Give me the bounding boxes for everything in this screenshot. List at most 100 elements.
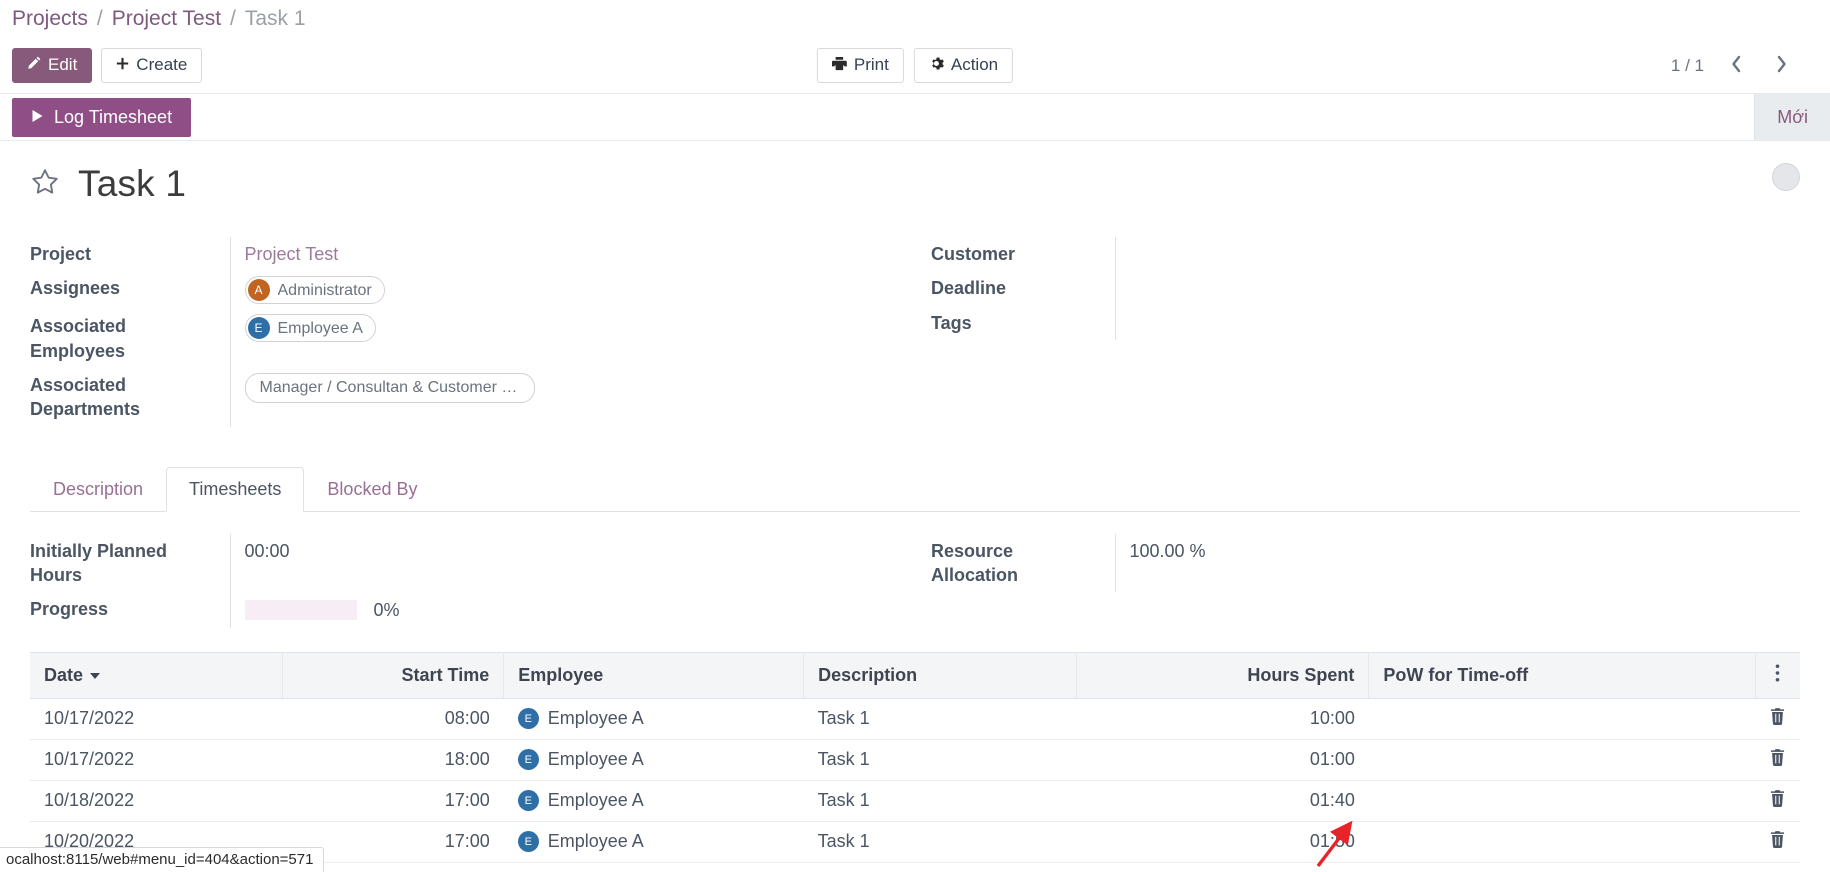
column-header-date[interactable]: Date [30,651,283,699]
play-icon [31,107,44,128]
cell-date[interactable]: 10/18/2022 [30,780,283,822]
employee-name: Employee A [547,789,644,810]
print-button[interactable]: Print [816,47,904,84]
field-progress-value: 0% [229,592,915,628]
print-button-label: Print [853,55,889,75]
field-deadline: Deadline [915,271,1800,306]
create-button[interactable]: Create [101,48,203,83]
control-panel-center-buttons: Print Action [816,47,1014,84]
pager-next-button[interactable] [1768,52,1796,80]
field-associated-departments-label: Associated Departments [30,374,141,420]
trash-icon[interactable] [1770,830,1785,852]
field-deadline-value[interactable] [1114,271,1800,306]
cell-employee[interactable]: E Employee A [503,698,804,740]
trash-icon[interactable] [1770,707,1785,729]
cell-start-time[interactable]: 17:00 [282,780,504,822]
form-group-right: Customer Deadline Tags [915,237,1800,427]
chevron-left-icon [1732,55,1741,72]
employee-avatar: E [517,790,539,812]
timesheets-list: Date Start Time Employee Description Hou… [22,651,1808,872]
timesheets-summary-right: Resource Allocation 100.00 % [915,533,1800,628]
field-project-value: Project Test [229,237,915,272]
cell-employee[interactable]: E Employee A [503,780,804,822]
column-header-label: Description [818,664,918,685]
cell-delete-row[interactable] [1755,698,1800,740]
table-row[interactable]: 10/17/2022 18:00 E Employee A Task 1 01:00 [30,739,1800,781]
cell-pow-for-time-off[interactable] [1368,821,1756,863]
progress-bar [244,600,357,621]
cell-pow-for-time-off[interactable] [1368,698,1756,740]
cell-delete-row[interactable] [1755,780,1800,822]
column-header-pow-for-time-off[interactable]: PoW for Time-off [1368,651,1756,699]
tab-label: Blocked By [327,478,418,499]
cell-hours-spent[interactable]: 01:00 [1076,739,1369,781]
cell-pow-for-time-off[interactable] [1368,739,1756,781]
title-row: Task 1 [22,141,1808,211]
field-resource-allocation-value: 100.00 % [1114,533,1800,593]
timesheets-summary-left: Initially Planned Hours 00:00 Progress 0… [30,533,915,628]
cell-hours-spent[interactable]: 10:00 [1076,698,1369,740]
employee-avatar: E [517,831,539,853]
avatar[interactable] [1772,163,1800,191]
field-customer-value[interactable] [1114,237,1800,272]
cell-start-time[interactable]: 18:00 [282,739,504,781]
pager-previous-button[interactable] [1722,52,1750,80]
stage-pill-label: Mới [1777,106,1808,127]
tag-label: Manager / Consultan & Customer S… [259,378,520,396]
cell-hours-spent[interactable]: 01:50 [1076,821,1369,863]
cell-delete-row[interactable] [1755,739,1800,781]
column-header-label: Employee [518,664,604,685]
stage-pills: Mới [1754,94,1830,140]
tag-department[interactable]: Manager / Consultan & Customer S… [244,372,535,403]
employee-avatar: E [517,708,539,730]
cell-date[interactable]: 10/17/2022 [30,698,283,740]
column-header-employee[interactable]: Employee [503,651,805,699]
cell-date[interactable]: 10/17/2022 [30,739,283,781]
tab-description[interactable]: Description [30,467,166,512]
stage-pill-new[interactable]: Mới [1754,94,1830,140]
log-timesheet-button[interactable]: Log Timesheet [12,97,192,137]
action-button[interactable]: Action [913,47,1014,84]
cell-hours-spent[interactable]: 01:40 [1076,780,1369,822]
tab-blocked-by[interactable]: Blocked By [304,467,440,512]
cell-description[interactable]: Task 1 [803,698,1077,740]
cell-description[interactable]: Task 1 [803,821,1077,863]
gear-icon [929,56,944,76]
breadcrumb-item-projects[interactable]: Projects [12,7,88,31]
field-customer-label: Customer [931,244,1016,264]
field-tags-value[interactable] [1114,305,1800,340]
cell-employee[interactable]: E Employee A [503,821,804,863]
cell-employee[interactable]: E Employee A [503,739,804,781]
table-row[interactable]: 10/18/2022 17:00 E Employee A Task 1 01:40 [30,780,1800,822]
tab-timesheets[interactable]: Timesheets [166,466,305,512]
tag-employee-a[interactable]: E Employee A [244,314,376,343]
project-link[interactable]: Project Test [245,244,339,264]
field-project: Project Project Test [30,237,915,272]
favorite-star-icon[interactable] [30,167,60,202]
cell-pow-for-time-off[interactable] [1368,780,1756,822]
table-body: 10/17/2022 08:00 E Employee A Task 1 10:00 10/… [30,698,1800,863]
cell-delete-row[interactable] [1755,821,1800,863]
printer-icon [831,56,847,76]
table-row[interactable]: 10/17/2022 08:00 E Employee A Task 1 10:00 [30,698,1800,740]
breadcrumb: Projects / Project Test / Task 1 [0,0,1830,38]
field-customer: Customer [915,237,1800,272]
trash-icon[interactable] [1770,748,1785,770]
tag-administrator[interactable]: A Administrator [244,276,385,305]
column-header-start-time[interactable]: Start Time [282,651,505,699]
cell-description[interactable]: Task 1 [803,739,1077,781]
column-header-hours-spent[interactable]: Hours Spent [1076,651,1370,699]
trash-icon[interactable] [1770,789,1785,811]
cell-description[interactable]: Task 1 [803,780,1077,822]
field-associated-departments: Associated Departments Manager / Consult… [30,367,915,427]
breadcrumb-item-project-test[interactable]: Project Test [112,7,221,31]
tab-label: Description [53,478,144,499]
column-header-label: Hours Spent [1247,664,1355,685]
form-group-left: Project Project Test Assignees A Adminis… [30,237,915,427]
edit-button[interactable]: Edit [12,48,93,83]
pencil-icon [27,56,41,75]
column-header-description[interactable]: Description [803,651,1077,699]
table-header-row: Date Start Time Employee Description Hou… [30,651,1800,699]
cell-start-time[interactable]: 08:00 [282,698,504,740]
optional-columns-toggle[interactable] [1755,651,1800,699]
